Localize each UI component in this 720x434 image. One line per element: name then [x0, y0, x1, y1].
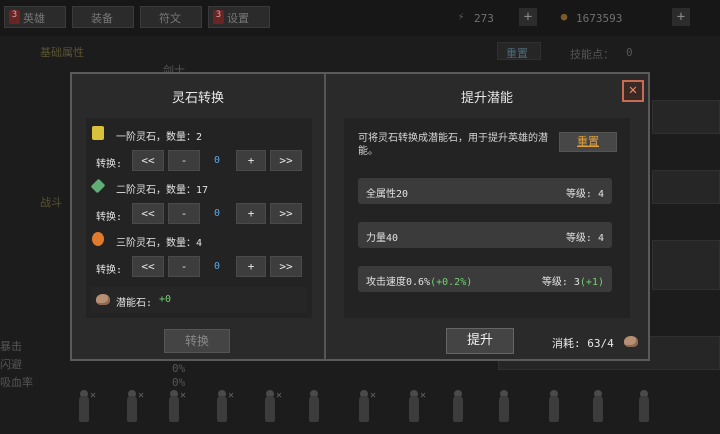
bg-reset-label: 重置: [506, 47, 528, 60]
tier1-amount: 0: [213, 155, 221, 166]
skill-points-value: 0: [626, 46, 633, 59]
potential-stone-value: +0: [159, 294, 172, 305]
tab-label: 符文: [159, 12, 181, 25]
hero-figure[interactable]: ✕: [256, 390, 284, 428]
stone-label: 三阶灵石，数量：4: [116, 238, 203, 249]
tier3-min-button[interactable]: <<: [132, 256, 164, 277]
coin-icon: ●: [560, 10, 568, 23]
attribute-row: 力量40 等级: 4: [358, 222, 612, 248]
hero-figure[interactable]: ✕: [160, 390, 188, 428]
bg-side-card: [652, 100, 720, 134]
upgrade-potential-title: 提升潜能: [460, 91, 513, 106]
convert-label: 转换:: [96, 212, 123, 223]
tab-label: 英雄: [23, 12, 45, 25]
add-coins-button[interactable]: +: [672, 8, 690, 26]
energy-icon: ⚡: [457, 10, 465, 23]
hero-figure[interactable]: ✕: [70, 390, 98, 428]
bg-list-item: 暴击: [0, 340, 22, 353]
bg-percent: 0%: [172, 362, 186, 375]
bg-list-item: 吸血率: [0, 376, 33, 389]
bg-reset-button[interactable]: 重置: [497, 42, 541, 60]
cost-stone-icon: [624, 336, 638, 347]
hero-figure[interactable]: [540, 390, 568, 428]
modal-divider: [324, 74, 326, 359]
tier1-max-button[interactable]: >>: [270, 150, 302, 171]
upgrade-button[interactable]: 提升: [446, 328, 514, 354]
attribute-level: 等级: 3(+1): [542, 273, 604, 288]
stone-label: 一阶灵石，数量：2: [116, 132, 203, 143]
hero-figure[interactable]: ✕: [208, 390, 236, 428]
attribute-name-text: 攻击速度0.6%: [366, 277, 431, 288]
potential-modal: 灵石转换 一阶灵石，数量：2 转换: << - 0 + >> 二阶灵石，数量：1…: [70, 72, 650, 361]
hero-figure[interactable]: ✕: [400, 390, 428, 428]
attribute-level-bonus: (+1): [579, 277, 604, 288]
tier2-decrement-button[interactable]: -: [168, 203, 200, 224]
basic-attributes-label: 基础属性: [40, 46, 84, 59]
tier2-min-button[interactable]: <<: [132, 203, 164, 224]
attribute-name: 全属性20: [366, 189, 409, 200]
tab-badge: 3: [9, 10, 20, 24]
cost-label: 消耗:: [552, 337, 581, 350]
tab-badge: 3: [213, 10, 224, 24]
tab-label: 设置: [227, 12, 249, 25]
hero-figure[interactable]: [490, 390, 518, 428]
tier2-max-button[interactable]: >>: [270, 203, 302, 224]
potential-description: 可将灵石转换成潜能石，用于提升英雄的潜能。: [358, 133, 548, 157]
skill-points-label: 技能点：: [570, 48, 614, 61]
battle-label: 战斗: [40, 196, 62, 209]
tier2-increment-button[interactable]: +: [236, 203, 266, 224]
convert-label: 转换:: [96, 265, 123, 276]
tier3-increment-button[interactable]: +: [236, 256, 266, 277]
hero-figure[interactable]: [300, 390, 328, 428]
cost-value: 63/4: [587, 337, 614, 350]
attribute-level-text: 等级: 3: [541, 277, 580, 288]
attribute-row: 攻击速度0.6%(+0.2%) 等级: 3(+1): [358, 266, 612, 292]
bg-list-item: 闪避: [0, 358, 22, 371]
tab-heroes[interactable]: 3 英雄: [4, 6, 66, 28]
bg-side-card: [652, 240, 720, 290]
convert-label: 转换:: [96, 159, 123, 170]
stone-label: 二阶灵石，数量：17: [116, 185, 209, 196]
cost-display: 消耗: 63/4: [552, 335, 614, 351]
reset-button[interactable]: 重置: [559, 132, 617, 152]
tier1-min-button[interactable]: <<: [132, 150, 164, 171]
tab-runes[interactable]: 符文: [140, 6, 202, 28]
energy-value: 273: [474, 12, 494, 25]
attribute-row: 全属性20 等级: 4: [358, 178, 612, 204]
hero-figure[interactable]: [444, 390, 472, 428]
bg-side-card: [652, 170, 720, 204]
bg-percent: 0%: [172, 376, 186, 389]
potential-stone-row: 潜能石: +0: [90, 287, 306, 313]
convert-button[interactable]: 转换: [164, 329, 230, 353]
potential-stone-label: 潜能石:: [116, 298, 153, 309]
tier1-stone-icon: [92, 126, 104, 140]
tier1-increment-button[interactable]: +: [236, 150, 266, 171]
tier1-decrement-button[interactable]: -: [168, 150, 200, 171]
tier3-max-button[interactable]: >>: [270, 256, 302, 277]
tier3-amount: 0: [213, 261, 221, 272]
potential-stone-icon: [96, 294, 110, 305]
tier2-amount: 0: [213, 208, 221, 219]
coin-value: 1673593: [576, 12, 623, 25]
tier3-decrement-button[interactable]: -: [168, 256, 200, 277]
hero-figure[interactable]: [584, 390, 612, 428]
tab-settings[interactable]: 3 设置: [208, 6, 270, 28]
attribute-level: 等级: 4: [565, 233, 604, 244]
attribute-name: 攻击速度0.6%(+0.2%): [366, 273, 472, 288]
tier3-stone-icon: [92, 232, 104, 246]
close-button[interactable]: ✕: [622, 80, 644, 102]
hero-figure[interactable]: ✕: [118, 390, 146, 428]
hero-figure[interactable]: [630, 390, 658, 428]
add-energy-button[interactable]: +: [519, 8, 537, 26]
tab-label: 装备: [91, 12, 113, 25]
top-bar: 3 英雄 装备 符文 3 设置 ⚡ 273 + ● 1673593 +: [0, 0, 720, 36]
attribute-bonus: (+0.2%): [430, 277, 473, 288]
attribute-level: 等级: 4: [565, 189, 604, 200]
attribute-name: 力量40: [366, 233, 399, 244]
tab-equipment[interactable]: 装备: [72, 6, 134, 28]
hero-figure[interactable]: ✕: [350, 390, 378, 428]
stone-conversion-title: 灵石转换: [171, 91, 224, 106]
